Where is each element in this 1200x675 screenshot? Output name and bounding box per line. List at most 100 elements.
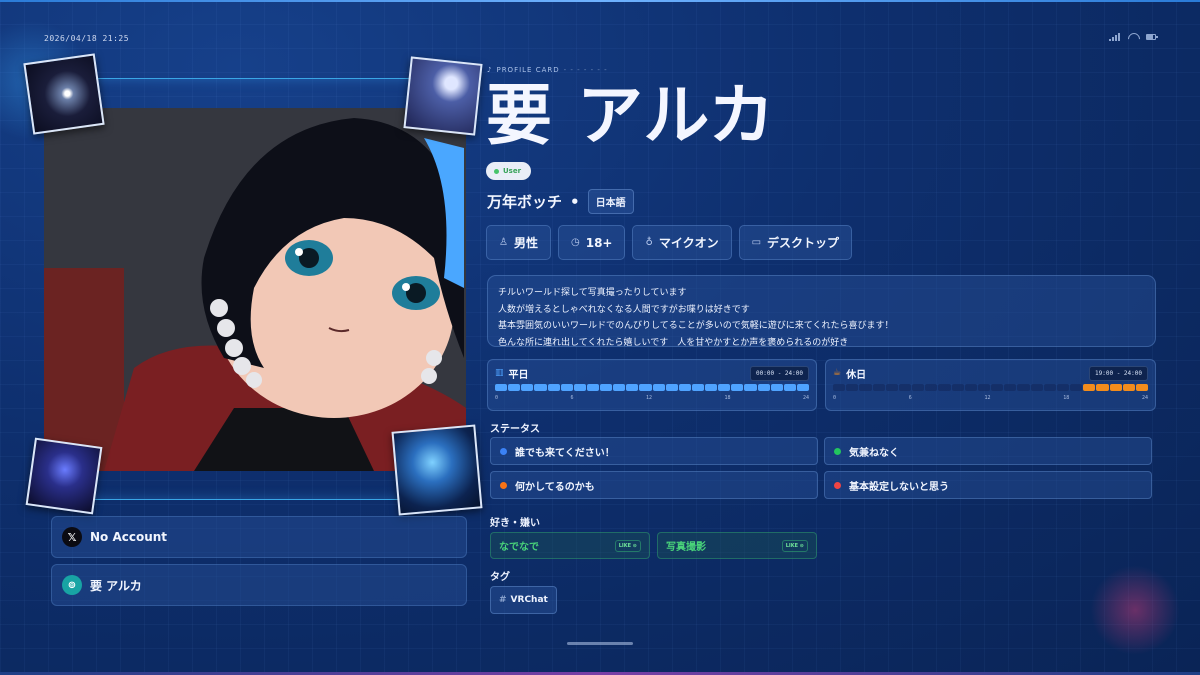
- hour-segment: [600, 384, 613, 391]
- hour-segment: [846, 384, 859, 391]
- chip-label: 男性: [513, 236, 538, 250]
- hour-segment: [678, 384, 691, 391]
- like-badge: LIKE ⊙: [614, 539, 641, 552]
- profile-subtitle: 万年ボッチ • 日本語: [487, 189, 634, 214]
- like-label: なでなで: [499, 542, 539, 553]
- hour-segment: [938, 384, 951, 391]
- tags-section-title: タグ: [490, 572, 510, 583]
- status-label: 何かしてるのかも: [515, 481, 595, 493]
- section-label: ♪ PROFILE CARD - - - - - - -: [487, 66, 608, 74]
- datetime: 2026/04/18 21:25: [44, 34, 130, 43]
- schedule-label: 休日: [846, 369, 867, 381]
- x-icon: 𝕏: [62, 527, 82, 547]
- hour-segment: [1030, 384, 1043, 391]
- hour-segment: [1056, 384, 1070, 391]
- hour-segment: [508, 384, 521, 391]
- role-badge: User: [486, 162, 532, 180]
- subtitle-text: 万年ボッチ: [487, 193, 563, 211]
- hour-segment: [626, 384, 639, 391]
- hour-segment: [639, 384, 652, 391]
- tick-label: 6: [908, 395, 912, 401]
- schedule-label: 平日: [508, 369, 529, 381]
- tick-label: 6: [570, 395, 574, 401]
- hour-segment: [521, 384, 534, 391]
- x-account-link[interactable]: 𝕏 No Account: [51, 516, 467, 558]
- like-item: 写真撮影 LIKE ⊙: [657, 532, 817, 559]
- hour-segment: [951, 384, 964, 391]
- status-dot-icon: [834, 447, 841, 455]
- status-dot-icon: [500, 447, 507, 455]
- monitor-icon: ▭: [751, 237, 762, 248]
- hour-segment: [744, 384, 757, 391]
- hour-segment: [977, 384, 991, 391]
- status-item: 何かしてるのかも: [490, 471, 818, 499]
- coffee-icon: ☕: [833, 368, 842, 378]
- tick-label: 12: [984, 395, 991, 401]
- bio-line: チルいワールド探して写真撮ったりしています: [498, 288, 687, 298]
- section-label-text: PROFILE CARD: [496, 66, 560, 74]
- hour-segment: [898, 384, 912, 391]
- hour-segment: [1070, 384, 1083, 391]
- photo-thumbnail[interactable]: [391, 424, 483, 516]
- language-tag: 日本語: [587, 189, 634, 214]
- chip-label: デスクトップ: [767, 236, 840, 250]
- status-item: 気兼ねなく: [824, 437, 1152, 465]
- hour-segment: [1004, 384, 1017, 391]
- tick-label: 18: [1063, 395, 1070, 401]
- hour-segment: [757, 384, 770, 391]
- profile-photo[interactable]: [44, 108, 466, 471]
- schedule-bar: [495, 384, 809, 391]
- time-range: 00:00 - 24:00: [750, 365, 809, 381]
- schedule-ticks: 0 6 12 18 24: [495, 395, 809, 401]
- hour-segment: [665, 384, 678, 391]
- tick-label: 0: [833, 395, 837, 401]
- x-account-label: No Account: [90, 530, 168, 544]
- hour-segment: [1043, 384, 1056, 391]
- tick-label: 12: [645, 395, 652, 401]
- chip-label: マイクオン: [658, 236, 719, 250]
- time-range: 19:00 - 24:00: [1089, 365, 1148, 381]
- signal-icon: [1109, 33, 1120, 41]
- status-label: 気兼ねなく: [849, 447, 899, 459]
- hour-segment: [796, 384, 809, 391]
- tag-item[interactable]: # VRChat: [490, 586, 557, 614]
- hour-segment: [991, 384, 1004, 391]
- tag-label: VRChat: [510, 595, 548, 605]
- bio-line: 色んな所に連れ出してくれたら嬉しいです 人を甘やかすとか声を褒められるのが好き: [498, 337, 849, 347]
- hour-segment: [859, 384, 872, 391]
- online-dot-icon: [494, 168, 499, 174]
- age-icon: ◷: [570, 237, 580, 248]
- hour-segment: [547, 384, 560, 391]
- platform-chip: ▭ デスクトップ: [738, 225, 853, 260]
- holiday-schedule: ☕ 休日 19:00 - 24:00 0 6 12 18 24: [825, 359, 1156, 411]
- hour-segment: [1096, 384, 1109, 391]
- status-label: 誰でも来てください！: [515, 447, 615, 459]
- hour-segment: [1109, 384, 1122, 391]
- subtitle-separator: •: [570, 192, 580, 211]
- hour-segment: [872, 384, 885, 391]
- hour-segment: [573, 384, 586, 391]
- hour-segment: [770, 384, 783, 391]
- hour-segment: [731, 384, 744, 391]
- hour-segment: [560, 384, 573, 391]
- photo-thumbnail[interactable]: [25, 437, 103, 515]
- game-account-link[interactable]: ⊚ 要 アルカ: [51, 564, 467, 606]
- status-item: 誰でも来てください！: [490, 437, 818, 465]
- music-note-icon: ♪: [487, 66, 493, 74]
- hour-segment: [613, 384, 626, 391]
- system-icons: [1109, 33, 1158, 41]
- hour-segment: [534, 384, 547, 391]
- home-indicator[interactable]: [567, 642, 633, 645]
- hour-segment: [1135, 384, 1149, 391]
- hour-segment: [1122, 384, 1135, 391]
- bio-line: 基本雰囲気のいいワールドでのんびりしてることが多いので気軽に遊びに来てくれたら喜…: [498, 321, 894, 331]
- hour-segment: [718, 384, 731, 391]
- role-badge-label: User: [503, 167, 522, 175]
- photo-thumbnail[interactable]: [23, 53, 105, 135]
- photo-thumbnail[interactable]: [403, 56, 483, 136]
- tick-label: 0: [495, 395, 499, 401]
- attribute-chips: ♙ 男性 ◷ 18+ ♁ マイクオン ▭ デスクトップ: [486, 225, 853, 260]
- person-icon: ♙: [499, 237, 508, 248]
- tick-label: 18: [724, 395, 731, 401]
- dash-divider: - - - - - - -: [563, 66, 608, 74]
